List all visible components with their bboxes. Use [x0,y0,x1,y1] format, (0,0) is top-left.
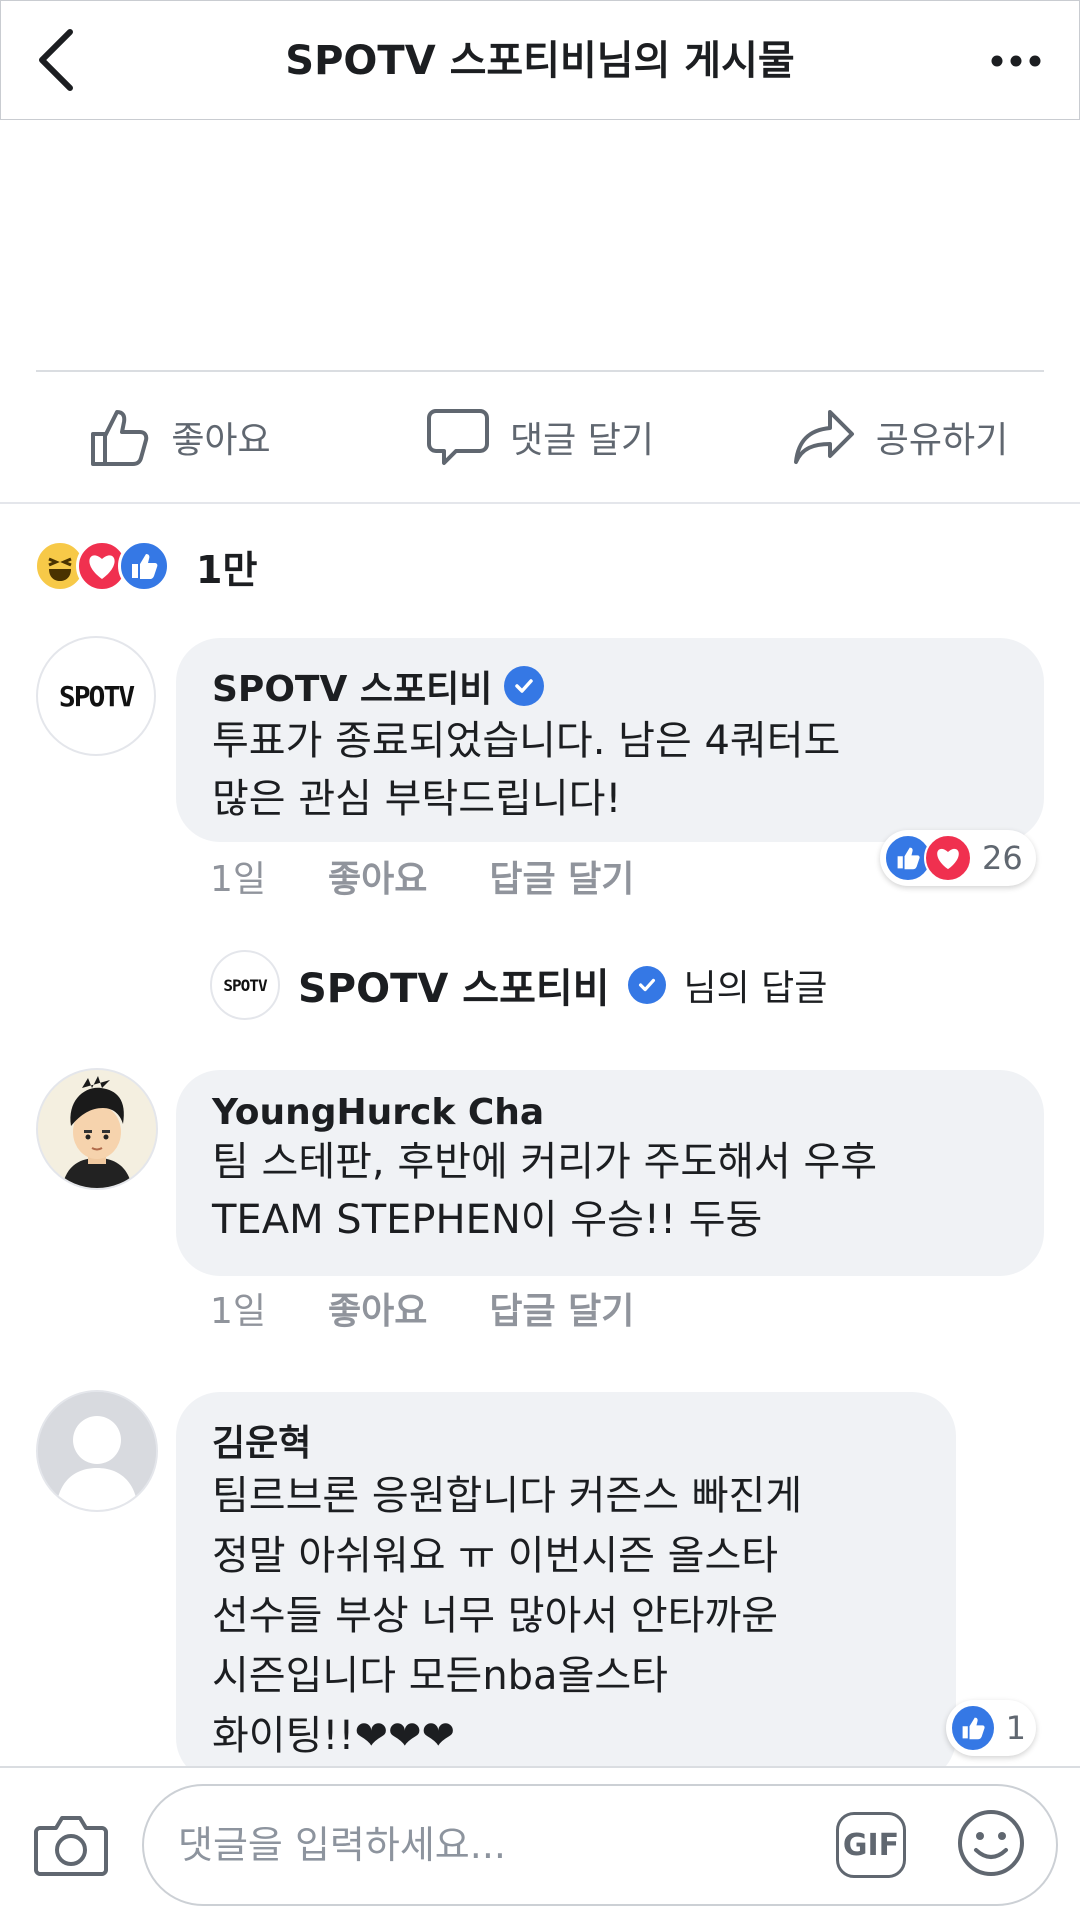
reply-suffix: 님의 답글 [683,968,828,1009]
page-title: SPOTV 스포티비님의 게시물 [285,38,795,84]
reactions-summary[interactable]: 1만 [34,538,257,594]
comment-reaction-count: 26 [982,839,1023,877]
spotv-logo-icon: SPOTV [58,679,135,713]
default-person-icon [38,1392,156,1510]
comment-bubble: 김운혁 팀르브론 응원합니다 커즌스 빠진게 정말 아쉬워요 ㅠ 이번시즌 올스… [176,1392,956,1782]
like-reaction-icon [950,1704,996,1752]
avatar[interactable]: SPOTV [36,636,156,756]
comment-bubble: YoungHurck Cha 팀 스테판, 후반에 커리가 주도해서 우후 TE… [176,1070,1044,1276]
verified-badge-icon [504,666,545,706]
comment-like-button[interactable]: 좋아요 [328,850,427,902]
reply-author: SPOTV 스포티비 [298,966,610,1012]
post-action-bar: 좋아요 댓글 달기 공유하기 [0,372,1080,502]
chevron-left-icon [39,29,73,91]
comment-reply-button[interactable]: 답글 달기 [489,1282,634,1334]
reply-avatar: SPOTV [210,950,280,1020]
cartoon-avatar-icon [38,1070,156,1188]
comment-like-button[interactable]: 좋아요 [328,1282,427,1334]
gif-label: GIF [842,1827,900,1863]
like-reaction-icon [118,540,170,592]
back-button[interactable] [21,25,91,95]
comment-meta: 1일 좋아요 답글 달기 [210,850,634,902]
comment-input[interactable] [142,1784,1058,1906]
share-arrow-icon [793,410,854,464]
emoji-button[interactable] [956,1808,1026,1878]
spotv-logo-icon: SPOTV [223,975,267,995]
more-options-button[interactable] [981,29,1051,93]
more-dots-icon [991,55,1041,67]
smiley-icon [958,1810,1024,1876]
comment-author[interactable]: 김운혁 [212,1414,920,1466]
avatar[interactable] [36,1068,158,1190]
comment-button[interactable]: 댓글 달기 [360,372,720,502]
reply-preview[interactable]: SPOTV SPOTV 스포티비 님의 답글 [210,948,827,1022]
top-bar: SPOTV 스포티비님의 게시물 [0,0,1080,120]
like-label: 좋아요 [171,420,271,461]
comment-time: 1일 [210,1291,267,1332]
love-reaction-icon [924,834,972,882]
avatar[interactable] [36,1390,158,1512]
comment-composer: GIF [0,1766,1080,1920]
comment-time: 1일 [210,859,267,900]
comment-reactions[interactable]: 26 [880,830,1036,886]
comment-text: 팀르브론 응원합니다 커즌스 빠진게 정말 아쉬워요 ㅠ 이번시즌 올스타 선수… [212,1473,803,1759]
comment-reactions[interactable]: 1 [946,1700,1036,1756]
comment-bubble-icon [427,409,490,465]
comment-text: 팀 스테판, 후반에 커리가 주도해서 우후 TEAM STEPHEN이 우승!… [212,1139,878,1243]
share-label: 공유하기 [875,420,1009,461]
actions-divider [0,502,1080,504]
comment-bubble: SPOTV 스포티비 투표가 종료되었습니다. 남은 4쿼터도 많은 관심 부탁… [176,638,1044,842]
gif-button[interactable]: GIF [836,1812,906,1878]
comment-reply-button[interactable]: 답글 달기 [489,850,634,902]
comment-author[interactable]: YoungHurck Cha [212,1092,1008,1133]
thumbs-up-icon [91,410,149,466]
share-button[interactable]: 공유하기 [720,372,1080,502]
like-button[interactable]: 좋아요 [0,372,360,502]
comment-text: 투표가 종료되었습니다. 남은 4쿼터도 많은 관심 부탁드립니다! [212,718,841,822]
camera-button[interactable] [34,1812,108,1878]
comment-author[interactable]: SPOTV 스포티비 [212,660,1008,712]
comment-label: 댓글 달기 [510,420,654,461]
reaction-count: 1만 [196,547,258,592]
verified-badge-icon [627,966,666,1004]
comment-reaction-count: 1 [1005,1709,1026,1747]
comment-meta: 1일 좋아요 답글 달기 [210,1282,634,1334]
camera-icon [34,1816,108,1876]
